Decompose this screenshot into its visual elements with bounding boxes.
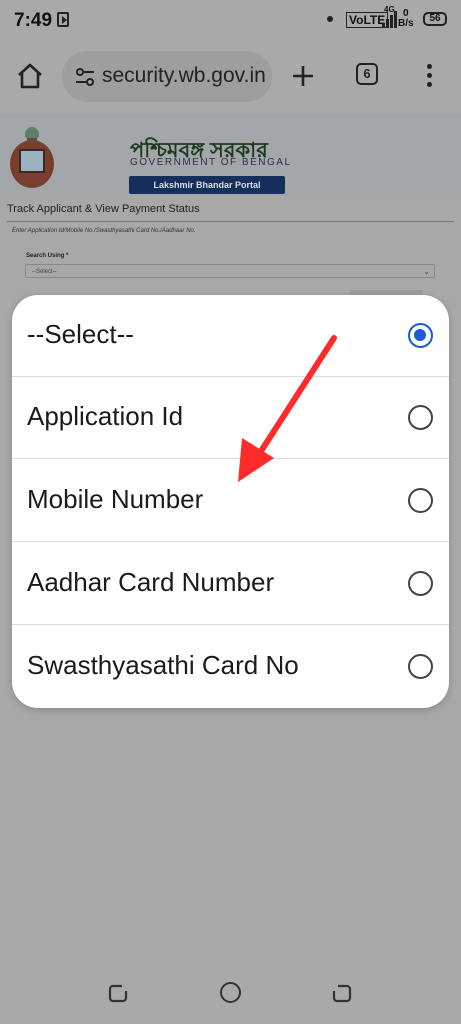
- search-using-select[interactable]: --Select-- ⌄: [25, 264, 435, 278]
- track-heading: Track Applicant & View Payment Status: [7, 203, 200, 215]
- signal-icon: 4G: [382, 5, 398, 28]
- portal-name-tag: Lakshmir Bhandar Portal: [129, 176, 285, 194]
- notification-dot-icon: [327, 16, 333, 22]
- option-aadhar-card-number[interactable]: Aadhar Card Number: [12, 543, 449, 625]
- site-settings-icon[interactable]: [74, 66, 96, 88]
- gov-title-english: GOVERNMENT OF BENGAL: [130, 157, 292, 168]
- radio-icon[interactable]: [408, 571, 433, 596]
- radio-selected-icon[interactable]: [408, 323, 433, 348]
- status-time: 7:49: [14, 10, 53, 31]
- nav-home-icon[interactable]: [220, 982, 241, 1003]
- home-icon[interactable]: [16, 62, 44, 90]
- battery-icon: 56: [423, 12, 447, 26]
- network-gen: 4G: [384, 5, 395, 14]
- annotation-arrow-icon: [238, 335, 337, 482]
- url-text[interactable]: security.wb.gov.in: [102, 64, 266, 88]
- option-label: Swasthyasathi Card No: [27, 650, 299, 680]
- browser-toolbar: security.wb.gov.in 6: [0, 40, 461, 114]
- new-tab-plus-icon[interactable]: [291, 64, 315, 88]
- recents-icon[interactable]: [108, 983, 128, 1003]
- option-label: Aadhar Card Number: [27, 567, 275, 597]
- bengal-emblem-icon: [10, 127, 54, 188]
- media-notification-icon: [57, 12, 69, 27]
- overflow-menu-icon[interactable]: [427, 64, 433, 88]
- select-value: --Select--: [32, 269, 57, 275]
- system-nav-bar: [0, 966, 461, 1024]
- net-speed-unit: B/s: [398, 18, 414, 29]
- chevron-down-icon: ⌄: [423, 267, 430, 276]
- site-banner: পশ্চিমবঙ্গ সরকার GOVERNMENT OF BENGAL La…: [0, 114, 461, 196]
- option-label: --Select--: [27, 319, 134, 349]
- option-label: Mobile Number: [27, 484, 204, 514]
- radio-icon[interactable]: [408, 488, 433, 513]
- divider: [7, 221, 454, 222]
- back-icon[interactable]: [332, 983, 352, 1003]
- radio-icon[interactable]: [408, 654, 433, 679]
- status-bar: 7:49 VoLTE 4G 0 B/s 56: [0, 0, 461, 40]
- address-bar[interactable]: security.wb.gov.in: [62, 51, 272, 102]
- tab-switcher-icon[interactable]: 6: [356, 63, 378, 85]
- option-label: Application Id: [27, 401, 184, 431]
- radio-icon[interactable]: [408, 405, 433, 430]
- net-speed: 0 B/s: [398, 9, 414, 29]
- enter-hint: Enter Application Id/Mobile No./Swasthya…: [12, 228, 196, 234]
- option-swasthyasathi-card-no[interactable]: Swasthyasathi Card No: [12, 626, 449, 708]
- search-using-label: Search Using *: [26, 253, 69, 259]
